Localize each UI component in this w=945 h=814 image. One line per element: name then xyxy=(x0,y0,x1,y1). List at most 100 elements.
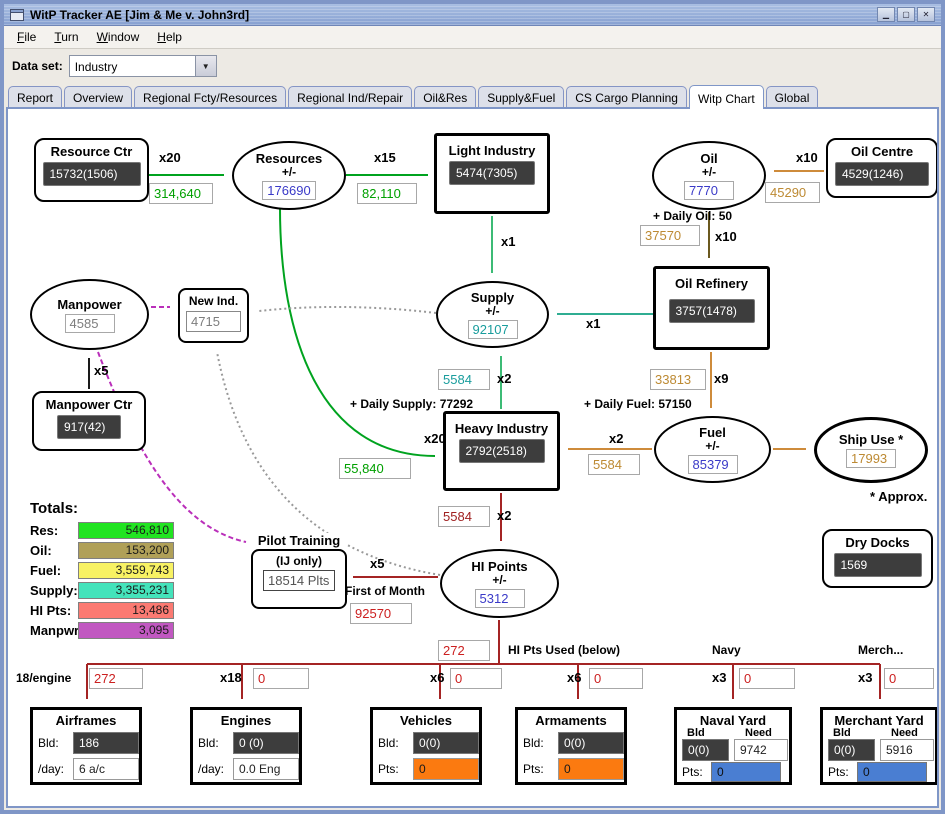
oil-value: 7770 xyxy=(684,181,734,200)
tab-regional-fcty-resources[interactable]: Regional Fcty/Resources xyxy=(134,86,287,107)
tab-witp-chart[interactable]: Witp Chart xyxy=(688,85,764,109)
tab-regional-ind-repair[interactable]: Regional Ind/Repair xyxy=(288,86,413,107)
resource-ctr-value: 15732(1506) xyxy=(42,162,141,186)
pilot-training-value: 18514 Plts xyxy=(263,570,335,591)
oil-title: Oil xyxy=(700,151,718,166)
naval-yard-title: Naval Yard xyxy=(699,713,767,728)
tab-supply-fuel[interactable]: Supply&Fuel xyxy=(478,86,565,107)
node-oil-refinery: Oil Refinery 3757(1478) xyxy=(653,266,770,350)
pilot-training-sub: (IJ only) xyxy=(275,554,322,568)
amount-resources-light: 82,110 xyxy=(357,183,417,204)
maximize-button[interactable]: ▢ xyxy=(897,7,915,22)
node-manpower: Manpower 4585 xyxy=(30,279,149,350)
amount-armaments: 0 xyxy=(589,668,643,689)
vehicles-pts-value: 0 xyxy=(413,758,479,780)
armaments-pts-label: Pts: xyxy=(523,762,544,776)
pilot-training-title: Pilot Training xyxy=(257,533,341,548)
tab-global[interactable]: Global xyxy=(765,86,819,107)
armaments-pts-value: 0 xyxy=(558,758,624,780)
chart-area: Resource Ctr 15732(1506) Resources +/- 1… xyxy=(6,107,939,808)
fuel-plusminus: +/- xyxy=(705,439,720,453)
factory-vehicles: Vehicles Bld: 0(0) Pts: 0 xyxy=(370,707,482,785)
tab-cs-cargo-planning[interactable]: CS Cargo Planning xyxy=(566,86,687,107)
amount-fuel-heavy: 5584 xyxy=(588,454,640,475)
dataset-label: Data set: xyxy=(12,58,63,73)
supply-title: Supply xyxy=(470,290,515,305)
menu-turn[interactable]: Turn xyxy=(45,26,87,48)
menu-help[interactable]: Help xyxy=(148,26,191,48)
merchant-yard-need-value: 5916 xyxy=(880,739,934,761)
engines-title: Engines xyxy=(220,713,272,728)
menu-file[interactable]: File xyxy=(8,26,45,48)
hi-points-title: HI Points xyxy=(471,559,528,574)
node-heavy-industry: Heavy Industry 2792(2518) xyxy=(443,411,560,491)
new-ind-title: New Ind. xyxy=(188,294,239,308)
totals-manpwr-value: 3,095 xyxy=(78,622,174,639)
totals-hipts-label: HI Pts: xyxy=(30,603,72,618)
vehicles-bld-value: 0(0) xyxy=(413,732,479,754)
label-navy: Navy xyxy=(712,643,741,657)
totals-manpwr-label: Manpwr: xyxy=(30,623,84,638)
node-resource-ctr: Resource Ctr 15732(1506) xyxy=(34,138,149,202)
label-merch: Merch... xyxy=(858,643,904,657)
dataset-combobox[interactable]: Industry ▼ xyxy=(68,54,217,77)
oil-refinery-value: 3757(1478) xyxy=(668,299,755,323)
merchant-yard-title: Merchant Yard xyxy=(834,713,924,728)
mult-resources-light: x15 xyxy=(374,150,396,165)
hi-points-value: 5312 xyxy=(474,589,525,608)
merchant-yard-bld-value: 0(0) xyxy=(828,739,875,761)
tab-bar: Report Overview Regional Fcty/Resources … xyxy=(4,82,941,109)
ship-use-title: Ship Use * xyxy=(838,432,904,447)
new-ind-value: 4715 xyxy=(186,311,241,332)
tab-overview[interactable]: Overview xyxy=(64,86,133,107)
label-18-engine: 18/engine xyxy=(16,671,72,685)
fuel-title: Fuel xyxy=(699,425,726,440)
vehicles-pts-label: Pts: xyxy=(378,762,399,776)
merchant-yard-bld-header: Bld xyxy=(833,727,851,739)
title-bar[interactable]: WitP Tracker AE [Jim & Me v. John3rd] ▁ … xyxy=(4,4,941,26)
armaments-title: Armaments xyxy=(535,713,607,728)
dry-docks-value: 1569 xyxy=(833,553,922,577)
window-controls: ▁ ▢ ✕ xyxy=(877,7,935,22)
totals-res-value: 546,810 xyxy=(78,522,174,539)
menu-window[interactable]: Window xyxy=(88,26,149,48)
mult-refinery-supply: x1 xyxy=(586,316,601,331)
oil-refinery-title: Oil Refinery xyxy=(675,276,748,291)
merchant-yard-need-header: Need xyxy=(891,727,918,739)
minimize-button[interactable]: ▁ xyxy=(877,7,895,22)
amount-oil-refinery: 37570 xyxy=(640,225,700,246)
node-ship-use: Ship Use * 17993 xyxy=(814,417,928,483)
merchant-yard-pts-value: 0 xyxy=(857,762,927,782)
amount-heavy-hipts: 5584 xyxy=(438,506,490,527)
totals-fuel-label: Fuel: xyxy=(30,563,62,578)
light-industry-title: Light Industry xyxy=(448,143,536,158)
amount-rc-resources: 314,640 xyxy=(149,183,213,204)
dry-docks-title: Dry Docks xyxy=(845,535,910,550)
node-resources: Resources +/- 176690 xyxy=(232,141,346,210)
manpower-ctr-value: 917(42) xyxy=(57,415,121,439)
resources-plusminus: +/- xyxy=(281,165,297,179)
mult-light-supply: x1 xyxy=(501,234,516,249)
amount-oilcentre-oil: 45290 xyxy=(765,182,820,203)
label-approx: * Approx. xyxy=(870,489,928,504)
vehicles-title: Vehicles xyxy=(399,713,453,728)
tab-oil-res[interactable]: Oil&Res xyxy=(414,86,477,107)
node-hi-points: HI Points +/- 5312 xyxy=(440,549,559,618)
mult-merchant-yard: x3 xyxy=(858,670,873,685)
naval-yard-bld-value: 0(0) xyxy=(682,739,729,761)
close-button[interactable]: ✕ xyxy=(917,7,935,22)
engines-day-label: /day: xyxy=(198,762,225,776)
dataset-selected-value: Industry xyxy=(74,59,118,74)
manpower-ctr-title: Manpower Ctr xyxy=(45,397,133,412)
tab-report[interactable]: Report xyxy=(8,86,63,107)
combo-dropdown-button[interactable]: ▼ xyxy=(194,55,216,76)
node-oil-centre: Oil Centre 4529(1246) xyxy=(826,138,937,198)
totals-row-hipts: HI Pts: 13,486 xyxy=(30,602,174,619)
menu-bar: File Turn Window Help xyxy=(4,26,941,49)
oil-plusminus: +/- xyxy=(701,165,717,179)
vehicles-bld-label: Bld: xyxy=(378,736,399,750)
totals-hipts-value: 13,486 xyxy=(78,602,174,619)
label-daily-supply: + Daily Supply: 77292 xyxy=(350,397,474,411)
totals-fuel-value: 3,559,743 xyxy=(78,562,174,579)
mult-armaments: x6 xyxy=(567,670,582,685)
